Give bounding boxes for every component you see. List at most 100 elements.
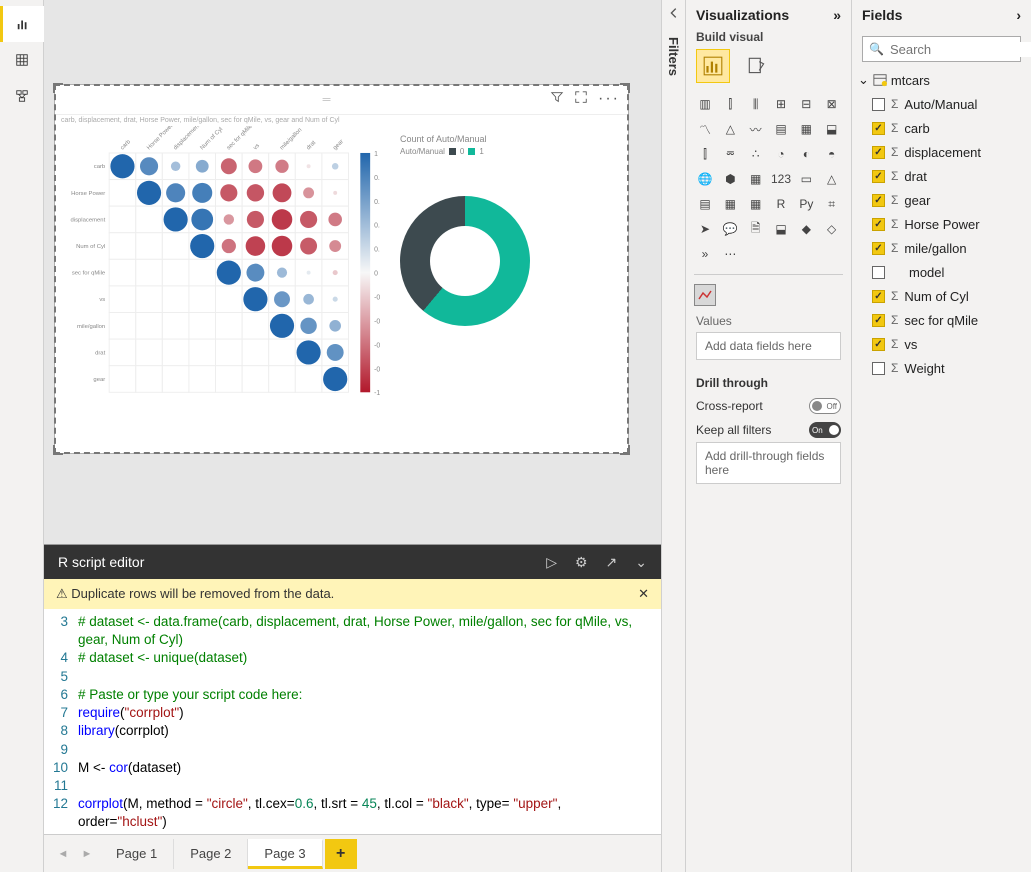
field-checkbox[interactable] <box>872 98 885 111</box>
field-checkbox[interactable] <box>872 242 885 255</box>
drill-through-well[interactable]: Add drill-through fields here <box>696 442 841 484</box>
table-header[interactable]: ⌄ mtcars <box>852 68 1031 92</box>
field-checkbox[interactable] <box>872 314 885 327</box>
visual-type-button[interactable]: 123 <box>770 168 792 190</box>
page-tab[interactable]: Page 3 <box>248 839 322 869</box>
visual-type-button[interactable]: 💬 <box>719 218 741 240</box>
report-view-tab[interactable] <box>0 6 44 42</box>
visual-type-button[interactable]: ◆ <box>795 218 817 240</box>
run-script-icon[interactable]: ▷ <box>546 554 557 571</box>
fields-search[interactable]: 🔍 <box>862 36 1021 62</box>
visual-type-button[interactable]: ◔ <box>770 143 792 165</box>
field-checkbox[interactable] <box>872 362 885 375</box>
visual-type-button[interactable]: ⫼ <box>745 93 767 115</box>
field-row[interactable]: Σdisplacement <box>872 140 1031 164</box>
page-tab[interactable]: Page 2 <box>174 839 248 869</box>
field-row[interactable]: ΣNum of Cyl <box>872 284 1031 308</box>
visual-type-button[interactable]: ▭ <box>795 168 817 190</box>
filter-icon[interactable] <box>550 90 564 109</box>
field-row[interactable]: Σsec for qMile <box>872 308 1031 332</box>
visual-type-button[interactable]: ⋯ <box>719 243 741 265</box>
close-warning-icon[interactable]: ✕ <box>638 586 649 602</box>
format-visual-tab[interactable] <box>740 49 774 83</box>
visual-type-button[interactable]: R <box>770 193 792 215</box>
visual-type-button[interactable]: ⊞ <box>770 93 792 115</box>
tab-nav-next[interactable]: ► <box>76 840 98 868</box>
script-options-icon[interactable]: ⚙ <box>575 554 588 571</box>
visual-type-button[interactable]: 🌐 <box>694 168 716 190</box>
visual-type-button[interactable]: ⬓ <box>821 118 843 140</box>
collapse-icon[interactable]: ⌄ <box>635 554 647 571</box>
search-input[interactable] <box>890 42 1031 57</box>
visual-type-button[interactable]: 〽 <box>694 118 716 140</box>
visual-type-button[interactable]: ⬓ <box>770 218 792 240</box>
visual-type-button[interactable]: △ <box>821 168 843 190</box>
visual-type-button[interactable]: ⬢ <box>719 168 741 190</box>
r-visual-button[interactable] <box>694 284 716 306</box>
code-area[interactable]: 3# dataset <- data.frame(carb, displacem… <box>44 609 661 834</box>
visual-type-button[interactable]: △ <box>719 118 741 140</box>
field-row[interactable]: model <box>872 260 1031 284</box>
visual-type-button[interactable]: 〰 <box>745 118 767 140</box>
visual-type-button[interactable]: ⫿ <box>694 143 716 165</box>
collapse-vis-icon[interactable]: » <box>833 7 841 23</box>
values-field-well[interactable]: Add data fields here <box>696 332 841 360</box>
r-visual-container[interactable]: ··· carb, displacement, drat, Horse Powe… <box>54 84 629 454</box>
visual-type-button[interactable]: 🗎 <box>745 218 767 240</box>
drag-handle-icon[interactable] <box>103 94 550 106</box>
field-row[interactable]: Σmile/gallon <box>872 236 1031 260</box>
page-tab[interactable]: Page 1 <box>100 839 174 869</box>
field-checkbox[interactable] <box>872 122 885 135</box>
visual-type-button[interactable]: ▥ <box>694 93 716 115</box>
visual-type-button[interactable]: ⫿ <box>719 93 741 115</box>
visual-type-button[interactable]: ⊟ <box>795 93 817 115</box>
visual-type-button[interactable]: ◓ <box>821 143 843 165</box>
visual-type-button[interactable]: ▦ <box>795 118 817 140</box>
visual-type-button[interactable]: ➤ <box>694 218 716 240</box>
visual-type-button[interactable]: ⌗ <box>821 193 843 215</box>
field-row[interactable]: Σcarb <box>872 116 1031 140</box>
build-visual-label: Build visual <box>686 30 851 49</box>
expand-filters-icon[interactable] <box>667 6 681 25</box>
visual-type-button[interactable]: ⏔ <box>719 143 741 165</box>
field-checkbox[interactable] <box>872 170 885 183</box>
keep-filters-toggle[interactable]: On <box>809 422 841 438</box>
field-checkbox[interactable] <box>872 218 885 231</box>
field-row[interactable]: ΣAuto/Manual <box>872 92 1031 116</box>
more-options-icon[interactable]: ··· <box>598 90 620 109</box>
field-checkbox[interactable] <box>872 266 885 279</box>
visual-type-button[interactable]: ◇ <box>821 218 843 240</box>
visual-type-button[interactable]: ◐ <box>795 143 817 165</box>
model-view-tab[interactable] <box>0 78 44 114</box>
svg-text:Num of Cyl: Num of Cyl <box>76 244 105 250</box>
visual-type-button[interactable]: ▦ <box>745 168 767 190</box>
cross-report-toggle[interactable]: Off <box>809 398 841 414</box>
visual-type-button[interactable]: ▦ <box>719 193 741 215</box>
field-checkbox[interactable] <box>872 194 885 207</box>
visual-type-button[interactable]: ∴ <box>745 143 767 165</box>
collapse-fields-icon[interactable]: › <box>1016 7 1021 23</box>
build-visual-tab[interactable] <box>696 49 730 83</box>
visual-type-button[interactable]: ▤ <box>770 118 792 140</box>
visual-type-button[interactable]: ⊠ <box>821 93 843 115</box>
add-page-button[interactable]: + <box>325 839 357 869</box>
field-row[interactable]: ΣHorse Power <box>872 212 1031 236</box>
field-checkbox[interactable] <box>872 290 885 303</box>
field-checkbox[interactable] <box>872 338 885 351</box>
field-row[interactable]: Σvs <box>872 332 1031 356</box>
data-view-tab[interactable] <box>0 42 44 78</box>
tab-nav-prev[interactable]: ◄ <box>52 840 74 868</box>
visual-type-button[interactable]: ▦ <box>745 193 767 215</box>
svg-text:-1: -1 <box>374 390 380 397</box>
field-row[interactable]: Σdrat <box>872 164 1031 188</box>
fields-pane: Fields › 🔍 ⌄ mtcars ΣAuto/ManualΣcarbΣdi… <box>851 0 1031 872</box>
visual-type-button[interactable]: Py <box>795 193 817 215</box>
filters-pane-collapsed[interactable]: Filters <box>661 0 685 872</box>
field-row[interactable]: ΣWeight <box>872 356 1031 380</box>
visual-type-button[interactable]: ▤ <box>694 193 716 215</box>
visual-type-button[interactable]: » <box>694 243 716 265</box>
field-row[interactable]: Σgear <box>872 188 1031 212</box>
popout-icon[interactable]: ↗ <box>606 554 618 571</box>
field-checkbox[interactable] <box>872 146 885 159</box>
focus-mode-icon[interactable] <box>574 90 588 109</box>
